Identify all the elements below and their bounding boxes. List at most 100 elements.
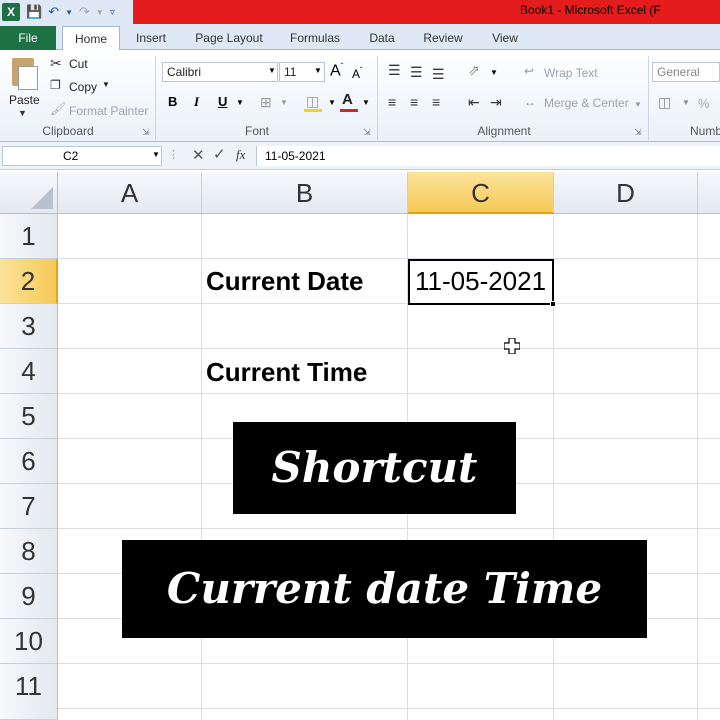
alignment-launcher-icon[interactable]: ⇲ <box>634 127 642 138</box>
column-gridline <box>201 214 202 720</box>
copy-icon[interactable]: ❐ <box>50 78 61 92</box>
borders-icon[interactable]: ⊞ <box>260 94 272 111</box>
copy-dropdown-icon[interactable]: ▼ <box>102 80 110 89</box>
undo-dropdown-icon[interactable]: ▼ <box>65 8 73 17</box>
row-header-9[interactable]: 9 <box>0 574 58 619</box>
tab-review[interactable]: Review <box>414 26 472 50</box>
font-color-dropdown-icon[interactable]: ▼ <box>362 98 370 107</box>
merge-center-dropdown-icon[interactable]: ▼ <box>634 100 642 109</box>
cell-b2[interactable]: Current Date <box>206 266 363 297</box>
tab-page-layout[interactable]: Page Layout <box>186 26 272 50</box>
italic-button[interactable]: I <box>194 94 199 110</box>
row-gridline <box>58 303 720 304</box>
cell-cursor-icon <box>503 337 521 355</box>
align-center-icon[interactable]: ≡ <box>410 94 418 110</box>
fill-color-dropdown-icon[interactable]: ▼ <box>328 98 336 107</box>
shrink-font-icon[interactable]: Aˇ <box>352 66 363 81</box>
orientation-icon[interactable]: ⇗ <box>468 62 480 79</box>
cancel-entry-icon[interactable]: ✕ <box>192 146 205 164</box>
select-all-corner[interactable] <box>0 172 58 214</box>
align-left-icon[interactable]: ≡ <box>388 94 396 110</box>
row-header-10[interactable]: 10 <box>0 619 58 664</box>
tab-insert[interactable]: Insert <box>126 26 176 50</box>
decrease-indent-icon[interactable]: ⇤ <box>468 94 480 111</box>
tab-view[interactable]: View <box>482 26 528 50</box>
row-header-2[interactable]: 2 <box>0 259 58 304</box>
align-top-icon[interactable]: ☰ <box>388 62 401 79</box>
excel-icon[interactable]: X <box>2 3 20 21</box>
accounting-dropdown-icon[interactable]: ▼ <box>682 98 690 107</box>
underline-button[interactable]: U <box>218 94 227 109</box>
percent-style-button[interactable]: % <box>698 96 710 111</box>
fill-color-icon[interactable]: ◫ <box>306 93 319 110</box>
font-launcher-icon[interactable]: ⇲ <box>363 127 371 138</box>
font-name-box[interactable]: Calibri <box>162 62 278 82</box>
fill-handle[interactable] <box>550 301 556 307</box>
row-header-3[interactable]: 3 <box>0 304 58 349</box>
row-header-5[interactable]: 5 <box>0 394 58 439</box>
overlay-shortcut-label: Shortcut <box>233 422 516 514</box>
borders-dropdown-icon[interactable]: ▼ <box>280 98 288 107</box>
insert-function-icon[interactable]: fx <box>236 147 245 163</box>
column-header-c[interactable]: C <box>408 172 554 214</box>
formula-input[interactable]: 11-05-2021 <box>256 146 720 166</box>
redo-icon[interactable]: ↷ <box>79 4 90 20</box>
row-header-4[interactable]: 4 <box>0 349 58 394</box>
customize-qat-icon[interactable]: ▿ <box>110 7 115 18</box>
cell-b4[interactable]: Current Time <box>206 357 367 388</box>
column-header-d[interactable]: D <box>554 172 698 214</box>
row-header-7[interactable]: 7 <box>0 484 58 529</box>
bold-button[interactable]: B <box>168 94 177 109</box>
group-divider <box>648 56 649 140</box>
undo-icon[interactable]: ↶ <box>48 4 59 20</box>
wrap-text-button[interactable]: Wrap Text <box>544 66 598 80</box>
format-painter-icon[interactable]: 🖌 <box>50 101 67 117</box>
alignment-group-label: Alignment <box>477 124 531 138</box>
number-format: General <box>657 65 700 79</box>
group-divider <box>377 56 378 140</box>
font-name-dropdown-icon[interactable]: ▼ <box>268 66 276 75</box>
font-color-icon[interactable]: A <box>342 91 353 108</box>
cut-icon[interactable]: ✂ <box>50 55 62 72</box>
align-middle-icon[interactable]: ☰ <box>410 64 423 81</box>
paste-button[interactable]: Paste <box>9 93 40 107</box>
underline-dropdown-icon[interactable]: ▼ <box>236 98 244 107</box>
tab-formulas[interactable]: Formulas <box>282 26 348 50</box>
cut-button[interactable]: Cut <box>69 57 88 71</box>
group-divider <box>155 56 156 140</box>
paste-dropdown-icon[interactable]: ▼ <box>18 108 27 118</box>
redo-dropdown-icon[interactable]: ▼ <box>96 8 104 17</box>
format-painter-button[interactable]: Format Painter <box>69 104 148 118</box>
tab-data[interactable]: Data <box>358 26 406 50</box>
row-header-8[interactable]: 8 <box>0 529 58 574</box>
orientation-dropdown-icon[interactable]: ▼ <box>490 68 498 77</box>
align-right-icon[interactable]: ≡ <box>432 94 440 110</box>
row-header-11[interactable]: 11 <box>0 664 58 720</box>
name-box[interactable]: C2 <box>2 146 162 166</box>
formula-bar-handle-icon[interactable]: ⋮ <box>168 148 179 161</box>
cell-c2[interactable]: 11-05-2021 <box>415 266 546 297</box>
column-header-b[interactable]: B <box>202 172 408 214</box>
row-header-6[interactable]: 6 <box>0 439 58 484</box>
save-icon[interactable]: 💾 <box>26 4 42 20</box>
merge-center-button[interactable]: Merge & Center <box>544 96 629 110</box>
increase-indent-icon[interactable]: ⇥ <box>490 94 502 111</box>
clipboard-launcher-icon[interactable]: ⇲ <box>142 127 150 138</box>
name-box-dropdown-icon[interactable]: ▼ <box>152 150 160 159</box>
file-tab[interactable]: File <box>0 26 56 50</box>
number-format-box[interactable]: General <box>652 62 720 82</box>
enter-entry-icon[interactable]: ✓ <box>213 145 226 163</box>
wrap-text-icon[interactable]: ↩ <box>524 64 534 78</box>
paste-icon[interactable] <box>8 56 38 90</box>
column-header-e[interactable] <box>698 172 720 214</box>
font-size-dropdown-icon[interactable]: ▼ <box>314 66 322 75</box>
column-header-a[interactable]: A <box>58 172 202 214</box>
window-title: Book1 - Microsoft Excel (F <box>520 3 661 17</box>
row-header-1[interactable]: 1 <box>0 214 58 259</box>
tab-home[interactable]: Home <box>62 26 120 51</box>
merge-center-icon[interactable]: ↔ <box>524 95 536 109</box>
copy-button[interactable]: Copy <box>69 80 97 94</box>
grow-font-icon[interactable]: Aˆ <box>330 62 343 80</box>
align-bottom-icon[interactable]: ☰ <box>432 66 445 83</box>
accounting-format-icon[interactable]: ◫ <box>658 94 671 111</box>
